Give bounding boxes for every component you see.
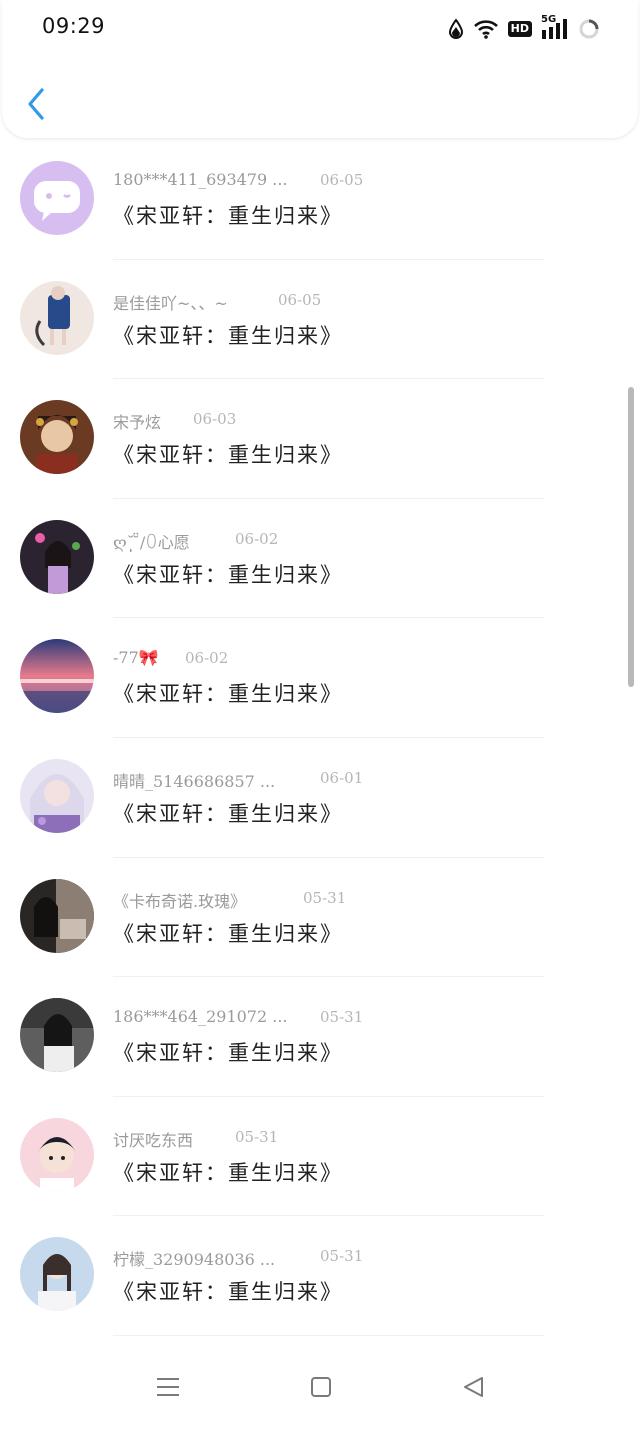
system-nav-bar bbox=[0, 1350, 640, 1433]
username: 宋予炫 bbox=[113, 413, 162, 433]
list-item[interactable]: 180***411_693479 ... 06-05 《宋亚轩：重生归来》 bbox=[0, 140, 640, 260]
menu-icon bbox=[157, 1378, 179, 1396]
scrollbar[interactable] bbox=[628, 387, 634, 687]
list-item[interactable]: 是佳佳吖~、、~ 06-05 《宋亚轩：重生归来》 bbox=[0, 260, 640, 380]
list-item[interactable]: 讨厌吃东西 05-31 《宋亚轩：重生归来》 bbox=[0, 1097, 640, 1217]
list-item[interactable]: 晴晴_5146686857 ... 06-01 《宋亚轩：重生归来》 bbox=[0, 738, 640, 858]
username: ღ˘̩̩̩̩̩̩ ̆̈/ꄲ心愿 bbox=[113, 532, 190, 552]
comment-text: 《宋亚轩：重生归来》 bbox=[113, 801, 343, 826]
comment-date: 06-02 bbox=[235, 529, 279, 548]
home-square-icon bbox=[311, 1377, 331, 1397]
comment-text: 《宋亚轩：重生归来》 bbox=[113, 1280, 343, 1305]
hd-label: HD bbox=[507, 21, 532, 37]
avatar[interactable] bbox=[20, 998, 94, 1073]
menu-button[interactable] bbox=[156, 1376, 180, 1402]
comment-date: 05-31 bbox=[320, 1008, 364, 1027]
username: 讨厌吃东西 bbox=[113, 1130, 194, 1150]
avatar[interactable] bbox=[20, 878, 94, 953]
avatar[interactable] bbox=[20, 400, 94, 475]
back-triangle-icon bbox=[464, 1377, 483, 1397]
net-label: 5G bbox=[541, 14, 557, 25]
comment-date: 06-01 bbox=[320, 768, 364, 787]
username: 186***464_291072 ... bbox=[113, 1007, 288, 1027]
avatar[interactable] bbox=[20, 280, 94, 355]
comment-date: 05-31 bbox=[235, 1127, 279, 1146]
avatar[interactable] bbox=[20, 1237, 94, 1312]
comment-text: 《宋亚轩：重生归来》 bbox=[113, 1160, 343, 1185]
status-icons: HD 5G bbox=[448, 14, 600, 42]
avatar[interactable] bbox=[20, 639, 94, 714]
signal-5g-icon: 5G bbox=[541, 14, 569, 40]
comment-date: 06-03 bbox=[193, 410, 237, 429]
comment-date: 06-05 bbox=[320, 171, 364, 189]
status-time: 09:29 bbox=[42, 14, 106, 38]
home-button[interactable] bbox=[310, 1376, 332, 1402]
comment-text: 《宋亚轩：重生归来》 bbox=[113, 204, 343, 228]
username: -77🎀 bbox=[113, 648, 159, 668]
header-bar: 09:29 HD 5G bbox=[2, 0, 638, 138]
comment-date: 06-02 bbox=[185, 649, 229, 668]
comment-text: 《宋亚轩：重生归来》 bbox=[113, 443, 343, 468]
username: 180***411_693479 ... bbox=[113, 170, 288, 189]
comment-date: 05-31 bbox=[320, 1247, 364, 1266]
username: 是佳佳吖~、、~ bbox=[113, 293, 228, 313]
list-item[interactable]: 柠檬_3290948036 ... 05-31 《宋亚轩：重生归来》 bbox=[0, 1216, 640, 1336]
comment-text: 《宋亚轩：重生归来》 bbox=[113, 921, 343, 946]
comment-text: 《宋亚轩：重生归来》 bbox=[113, 1041, 343, 1066]
system-back-button[interactable] bbox=[462, 1376, 484, 1402]
comment-list: 180***411_693479 ... 06-05 《宋亚轩：重生归来》 是佳… bbox=[0, 140, 640, 1336]
phone-screen: 09:29 HD 5G 180***411_693479 ... 06-05 《… bbox=[0, 0, 640, 1433]
comment-text: 《宋亚轩：重生归来》 bbox=[113, 323, 343, 348]
loading-ring-icon bbox=[578, 18, 600, 40]
list-item[interactable]: 186***464_291072 ... 05-31 《宋亚轩：重生归来》 bbox=[0, 977, 640, 1097]
list-item[interactable]: 《卡布奇诺.玫瑰》 05-31 《宋亚轩：重生归来》 bbox=[0, 858, 640, 978]
username: 柠檬_3290948036 ... bbox=[113, 1250, 276, 1270]
list-item[interactable]: -77🎀 06-02 《宋亚轩：重生归来》 bbox=[0, 618, 640, 738]
divider bbox=[113, 1334, 544, 1336]
username: 《卡布奇诺.玫瑰》 bbox=[113, 891, 247, 911]
wifi-icon bbox=[473, 19, 499, 39]
avatar[interactable] bbox=[20, 758, 94, 833]
hd-icon: HD bbox=[507, 21, 532, 37]
avatar[interactable] bbox=[20, 161, 94, 235]
drop-icon bbox=[448, 19, 464, 39]
avatar[interactable] bbox=[20, 1117, 94, 1192]
comment-text: 《宋亚轩：重生归来》 bbox=[113, 562, 343, 587]
back-button[interactable] bbox=[22, 86, 52, 122]
comment-text: 《宋亚轩：重生归来》 bbox=[113, 682, 343, 707]
avatar[interactable] bbox=[20, 519, 94, 594]
comment-date: 05-31 bbox=[303, 888, 347, 907]
list-item[interactable]: 宋予炫 06-03 《宋亚轩：重生归来》 bbox=[0, 379, 640, 499]
chevron-left-icon bbox=[28, 88, 44, 120]
list-item[interactable]: ღ˘̩̩̩̩̩̩ ̆̈/ꄲ心愿 06-02 《宋亚轩：重生归来》 bbox=[0, 499, 640, 619]
username: 晴晴_5146686857 ... bbox=[113, 771, 276, 791]
comment-date: 06-05 bbox=[278, 290, 322, 309]
